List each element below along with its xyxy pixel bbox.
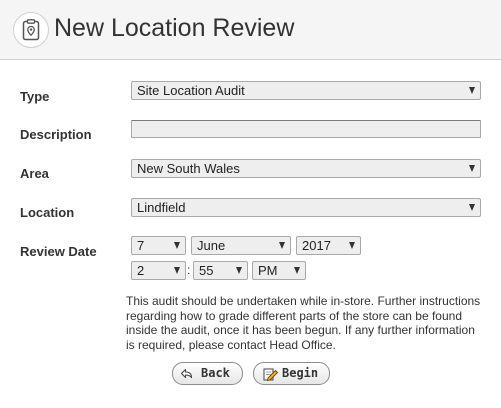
- minute-select-value: 55: [199, 263, 214, 278]
- chevron-down-icon: [236, 267, 242, 274]
- description-label: Description: [20, 127, 92, 142]
- pencil-note-icon: [263, 367, 279, 388]
- back-button-label: Back: [201, 366, 230, 380]
- clipboard-location-icon: [13, 12, 49, 48]
- chevron-down-icon: [469, 204, 475, 211]
- ampm-select[interactable]: PM: [252, 261, 306, 280]
- location-select-value: Lindfield: [137, 200, 186, 215]
- chevron-down-icon: [469, 165, 475, 172]
- begin-button[interactable]: Begin: [253, 362, 330, 385]
- chevron-down-icon: [279, 242, 285, 249]
- type-select[interactable]: Site Location Audit: [131, 81, 481, 100]
- month-select-value: June: [197, 238, 226, 253]
- instructions-text: This audit should be undertaken while in…: [126, 294, 481, 352]
- day-select-value: 7: [137, 238, 145, 253]
- area-label: Area: [20, 166, 49, 181]
- chevron-down-icon: [294, 267, 300, 274]
- minute-select[interactable]: 55: [193, 261, 248, 280]
- hour-select-value: 2: [137, 263, 145, 278]
- back-arrow-icon: [180, 367, 194, 388]
- type-select-value: Site Location Audit: [137, 83, 245, 98]
- back-button[interactable]: Back: [172, 362, 243, 385]
- year-select[interactable]: 2017: [296, 236, 361, 255]
- chevron-down-icon: [174, 267, 180, 274]
- day-select[interactable]: 7: [131, 236, 186, 255]
- chevron-down-icon: [174, 242, 180, 249]
- ampm-select-value: PM: [258, 263, 278, 278]
- location-select[interactable]: Lindfield: [131, 198, 481, 217]
- page-header: New Location Review: [0, 0, 501, 60]
- area-select[interactable]: New South Wales: [131, 159, 481, 178]
- page-title: New Location Review: [54, 14, 295, 42]
- month-select[interactable]: June: [191, 236, 291, 255]
- type-label: Type: [20, 89, 50, 104]
- location-label: Location: [20, 205, 75, 220]
- hour-select[interactable]: 2: [131, 261, 186, 280]
- chevron-down-icon: [469, 87, 475, 94]
- description-field[interactable]: [131, 120, 481, 138]
- chevron-down-icon: [349, 242, 355, 249]
- area-select-value: New South Wales: [137, 161, 240, 176]
- begin-button-label: Begin: [282, 366, 319, 380]
- review-date-label: Review Date: [20, 244, 97, 259]
- time-separator: :: [187, 263, 191, 277]
- year-select-value: 2017: [302, 238, 331, 253]
